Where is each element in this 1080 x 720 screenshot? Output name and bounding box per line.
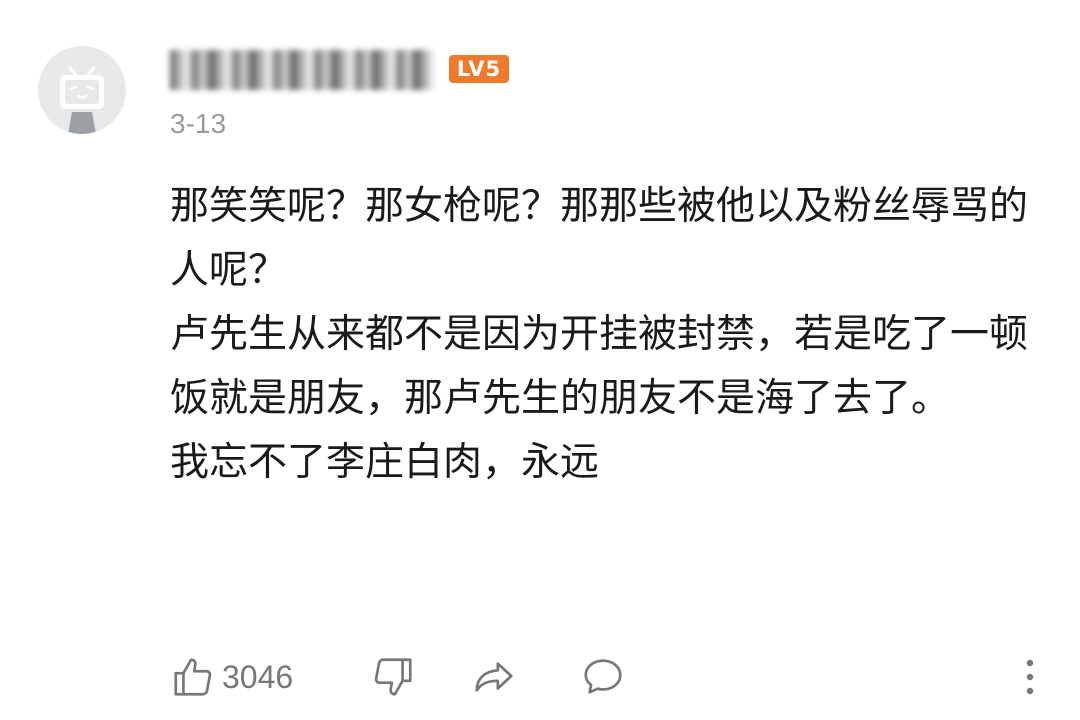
share-button[interactable]: [470, 652, 518, 702]
share-icon: [475, 662, 513, 692]
comment-date: 3-13: [170, 108, 227, 139]
like-count: 3046: [222, 658, 294, 695]
more-vertical-icon: [1026, 659, 1034, 695]
like-button[interactable]: 3046: [170, 652, 293, 702]
comment-actions: 3046: [170, 652, 1050, 702]
dislike-button[interactable]: [370, 652, 416, 702]
username-blurred[interactable]: [170, 50, 434, 90]
avatar[interactable]: [38, 46, 126, 134]
comment-content: 那笑笑呢？那女枪呢？那那些被他以及粉丝辱骂的人呢？ 卢先生从来都不是因为开挂被封…: [170, 175, 1050, 495]
comment-item: LV5 3-13 那笑笑呢？那女枪呢？那那些被他以及粉丝辱骂的人呢？ 卢先生从来…: [0, 0, 1080, 720]
thumbs-down-icon: [374, 658, 412, 696]
comment-paragraph: 卢先生从来都不是因为开挂被封禁，若是吃了一顿饭就是朋友，那卢先生的朋友不是海了去…: [170, 312, 1029, 421]
comment-icon: [584, 659, 622, 694]
comment-paragraph: 那笑笑呢？那女枪呢？那那些被他以及粉丝辱骂的人呢？: [170, 184, 1029, 293]
thumbs-up-icon: [174, 658, 212, 696]
more-button[interactable]: [1015, 652, 1045, 702]
level-badge: LV5: [449, 55, 509, 83]
reply-button[interactable]: [580, 652, 626, 702]
comment-paragraph: 我忘不了李庄白肉，永远: [170, 440, 600, 485]
tv-mascot-icon: [38, 46, 126, 134]
